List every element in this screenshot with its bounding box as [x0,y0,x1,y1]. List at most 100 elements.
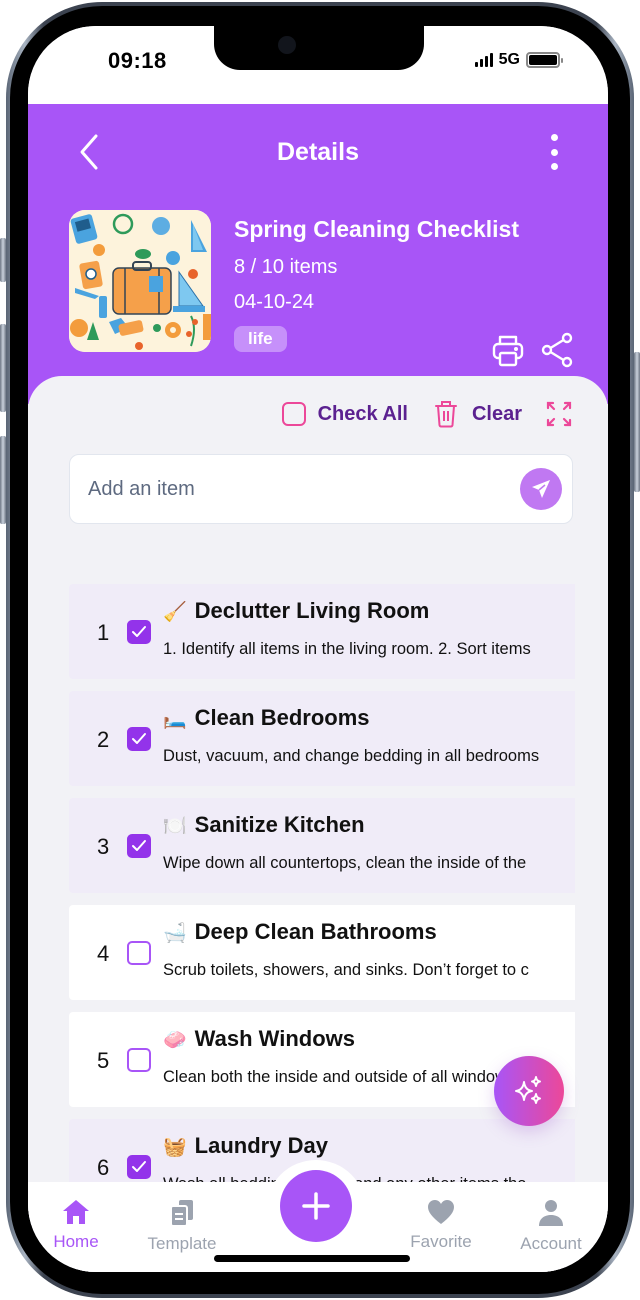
printer-icon [492,335,524,367]
status-indicators: 5G [474,51,563,69]
check-icon [132,1161,146,1172]
item-title: 🍽️ Sanitize Kitchen [163,812,365,838]
power-button [634,352,640,492]
page-title: Details [277,138,359,166]
share-button[interactable] [540,332,574,368]
item-description: Dust, vacuum, and change bedding in all … [163,747,540,765]
expand-button[interactable] [522,401,572,427]
item-title-text: Clean Bedrooms [194,705,370,730]
checkbox-icon [281,402,306,426]
send-icon [532,480,550,498]
checklist-date: 04-10-24 [234,291,315,313]
item-title: 🛏️ Clean Bedrooms [163,705,370,731]
more-options-button[interactable] [546,134,562,170]
silent-switch [0,238,6,282]
item-checkbox[interactable] [127,834,151,858]
item-title: 🛁 Deep Clean Bathrooms [163,919,437,945]
item-checkbox[interactable] [127,941,151,965]
tab-favorite-label: Favorite [410,1232,472,1251]
item-emoji-icon: 🧹 [163,602,187,623]
volume-up-button [0,324,6,412]
status-time: 09:18 [108,48,167,73]
item-title-text: Wash Windows [194,1026,355,1051]
check-all-button[interactable]: Check All [281,402,408,426]
item-emoji-icon: 🧺 [163,1137,187,1158]
template-icon [170,1200,193,1227]
tab-account-label: Account [520,1234,582,1253]
clear-button[interactable]: Clear [408,400,522,428]
submit-item-button[interactable] [520,468,562,510]
check-icon [132,626,146,637]
item-checkbox[interactable] [127,1048,151,1072]
item-checkbox[interactable] [127,620,151,644]
add-list-button[interactable] [280,1170,352,1242]
tab-home[interactable]: Home [28,1198,124,1252]
travel-pattern-illustration [69,210,211,352]
item-emoji-icon: 🍽️ [163,816,187,837]
battery-level [529,55,557,65]
plus-icon [302,1192,330,1220]
item-number: 4 [97,941,110,966]
print-button[interactable] [492,334,524,368]
checklist-item[interactable]: 4 🛁 Deep Clean Bathrooms Scrub toilets, sho… [69,905,575,1000]
trash-icon [434,401,457,428]
heart-icon [428,1200,454,1224]
item-title: 🧹 Declutter Living Room [163,598,429,624]
checklist-title: Spring Cleaning Checklist [234,216,519,242]
battery-icon [526,52,563,68]
item-title-text: Declutter Living Room [194,598,430,623]
check-icon [132,733,146,744]
item-title-text: Sanitize Kitchen [194,812,365,837]
item-emoji-icon: 🧼 [163,1030,187,1051]
home-icon [63,1200,89,1224]
home-indicator[interactable] [214,1255,410,1262]
item-number: 6 [97,1155,110,1180]
check-all-label: Check All [317,402,408,425]
user-icon [539,1200,563,1226]
more-vertical-icon [550,134,558,141]
item-description: 1. Identify all items in the living room… [163,640,531,658]
signal-icon [474,53,493,67]
item-emoji-icon: 🛏️ [163,709,187,730]
network-type: 5G [498,51,520,68]
sparkles-icon [515,1076,541,1104]
volume-down-button [0,436,6,524]
item-description: Scrub toilets, showers, and sinks. Don’t… [163,961,529,979]
add-item-input[interactable] [88,455,508,523]
item-title: 🧺 Laundry Day [163,1133,328,1159]
tab-favorite[interactable]: Favorite [393,1198,489,1252]
checklist-items: 1 🧹 Declutter Living Room 1. Identify all i… [69,584,575,1226]
tab-account[interactable]: Account [503,1198,599,1254]
item-description: Clean both the inside and outside of all… [163,1068,520,1086]
notch [214,26,424,70]
item-title: 🧼 Wash Windows [163,1026,355,1052]
item-title-text: Laundry Day [194,1133,328,1158]
item-number: 2 [97,727,110,752]
checklist-item[interactable]: 2 🛏️ Clean Bedrooms Dust, vacuum, and chang… [69,691,575,786]
share-icon [541,332,573,368]
checklist-cover-image[interactable] [69,210,211,352]
header: Details Spring Cleaning Checklist 8 / 10… [28,104,608,404]
item-title-text: Deep Clean Bathrooms [194,919,437,944]
expand-icon [546,401,572,427]
checklist-item[interactable]: 1 🧹 Declutter Living Room 1. Identify all i… [69,584,575,679]
item-number: 3 [97,834,110,859]
item-number: 1 [97,620,110,645]
tab-template[interactable]: Template [134,1198,230,1254]
item-checkbox[interactable] [127,727,151,751]
checklist-item[interactable]: 3 🍽️ Sanitize Kitchen Wipe down all counter… [69,798,575,893]
item-number: 5 [97,1048,110,1073]
category-tag[interactable]: life [234,326,287,352]
tab-home-label: Home [53,1232,99,1251]
check-icon [132,840,146,851]
item-description: Wipe down all countertops, clean the ins… [163,854,527,872]
list-toolbar: Check All Clear [281,400,572,428]
clear-label: Clear [471,402,522,425]
tab-template-label: Template [147,1234,217,1253]
app-screen: 09:18 5G Details Spring Cleaning Checkli… [28,26,608,1272]
ai-magic-button[interactable] [494,1056,564,1126]
item-emoji-icon: 🛁 [163,923,187,944]
add-item-field [69,454,573,524]
content-panel: Check All Clear Add an item 1 🧹 Declutte… [28,376,608,1272]
item-checkbox[interactable] [127,1155,151,1179]
